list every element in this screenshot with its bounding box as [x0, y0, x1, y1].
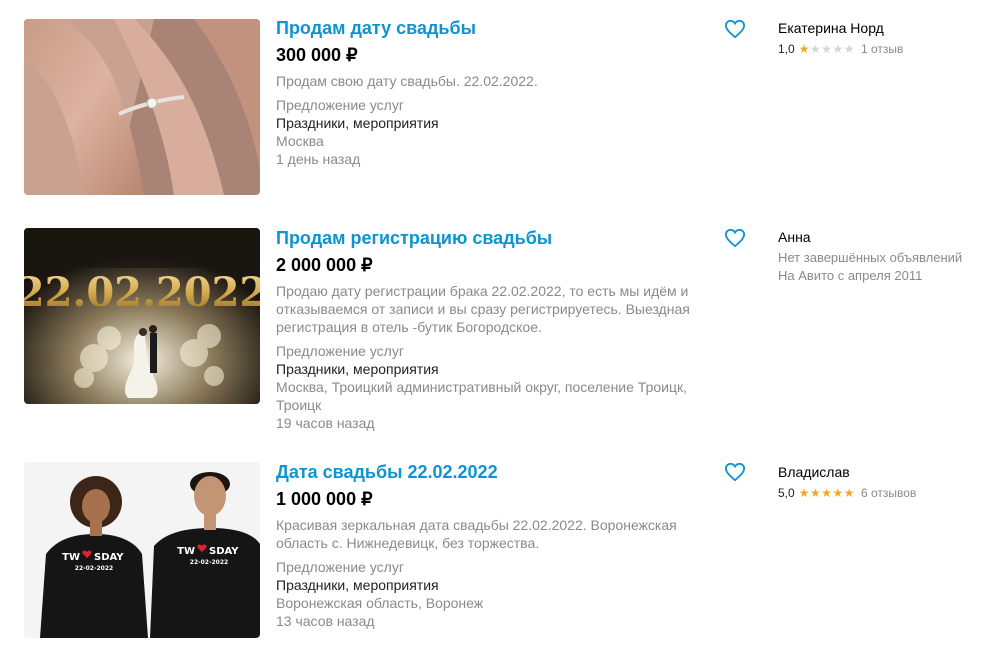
favorite-heart-icon[interactable] — [724, 462, 746, 482]
star-empty-icon: ★ — [809, 42, 822, 56]
listing-2-time: 19 часов назад — [276, 415, 375, 431]
shirt-text-right: SDAY — [209, 546, 239, 557]
star-empty-icon: ★ — [832, 42, 844, 56]
listing-3-category: Праздники, мероприятия — [276, 577, 439, 593]
reviews-link[interactable]: 6 отзывов — [861, 484, 916, 502]
listing-3-time: 13 часов назад — [276, 613, 375, 629]
listing-3-title[interactable]: Дата свадьбы 22.02.2022 — [276, 462, 716, 482]
rating-stars: ★★★★★ — [799, 40, 855, 58]
listing-1-category-type: Предложение услуг — [276, 97, 404, 113]
seller-name[interactable]: Владислав — [778, 463, 988, 481]
listing-3-category-type: Предложение услуг — [276, 559, 404, 575]
star-icon: ★★★★★ — [798, 486, 855, 500]
shirt-date: 22-02-2022 — [75, 565, 113, 572]
listing-2-location: Москва, Троицкий административный округ,… — [276, 379, 687, 413]
favorite-heart-icon[interactable] — [724, 228, 746, 248]
listing-1-photo[interactable] — [24, 19, 260, 195]
listing-2-category: Праздники, мероприятия — [276, 361, 439, 377]
listing-3-location: Воронежская область, Воронеж — [276, 595, 484, 611]
listing-3-price: 1 000 000 ₽ — [276, 489, 373, 509]
listing-1-location: Москва — [276, 133, 324, 149]
shirt-text-right: SDAY — [94, 552, 124, 563]
reviews-link[interactable]: 1 отзыв — [861, 40, 903, 58]
seller-name[interactable]: Екатерина Норд — [778, 19, 988, 37]
listing-2-category-type: Предложение услуг — [276, 343, 404, 359]
seller-rating: 1,0 ★★★★★ 1 отзыв — [778, 40, 988, 58]
favorite-heart-icon[interactable] — [724, 19, 746, 39]
shirt-text-left: TW — [62, 552, 80, 563]
rating-stars: ★★★★★ — [799, 484, 855, 502]
star-icon: ★ — [798, 42, 810, 56]
listing-1-title[interactable]: Продам дату свадьбы — [276, 18, 716, 38]
listing-1-price: 300 000 ₽ — [276, 45, 358, 65]
listing-2-description: Продаю дату регистрации брака 22.02.2022… — [276, 283, 690, 335]
star-empty-icon: ★ — [843, 42, 856, 56]
wedding-dance-image: 22.02.2022 — [24, 228, 260, 404]
shirt-text-left: TW — [177, 546, 195, 557]
star-empty-icon: ★ — [821, 42, 833, 56]
listing-1-category: Праздники, мероприятия — [276, 115, 439, 131]
couple-tshirts-image: TW SDAY 22-02-2022 TW SDAY 22-02-2022 — [24, 462, 260, 638]
listing-1-description: Продам свою дату свадьбы. 22.02.2022. — [276, 73, 538, 89]
listing-3-photo[interactable]: TW SDAY 22-02-2022 TW SDAY 22-02-2022 — [24, 462, 260, 638]
image-date-text: 22.02.2022 — [24, 269, 260, 316]
seller-rating: 5,0 ★★★★★ 6 отзывов — [778, 484, 988, 502]
seller-no-completed-ads: Нет завершённых объявлений — [778, 250, 963, 265]
seller-name[interactable]: Анна — [778, 228, 988, 246]
shirt-date: 22-02-2022 — [190, 559, 228, 566]
listing-2-price: 2 000 000 ₽ — [276, 255, 373, 275]
listing-2-photo[interactable]: 22.02.2022 — [24, 228, 260, 404]
listing-2-title[interactable]: Продам регистрацию свадьбы — [276, 228, 716, 248]
rating-value: 1,0 — [778, 42, 795, 56]
listing-1-time: 1 день назад — [276, 151, 361, 167]
ring-on-hand-image — [24, 19, 260, 195]
rating-value: 5,0 — [778, 486, 795, 500]
listing-3-description: Красивая зеркальная дата свадьбы 22.02.2… — [276, 517, 677, 551]
seller-member-since: На Авито с апреля 2011 — [778, 268, 923, 283]
